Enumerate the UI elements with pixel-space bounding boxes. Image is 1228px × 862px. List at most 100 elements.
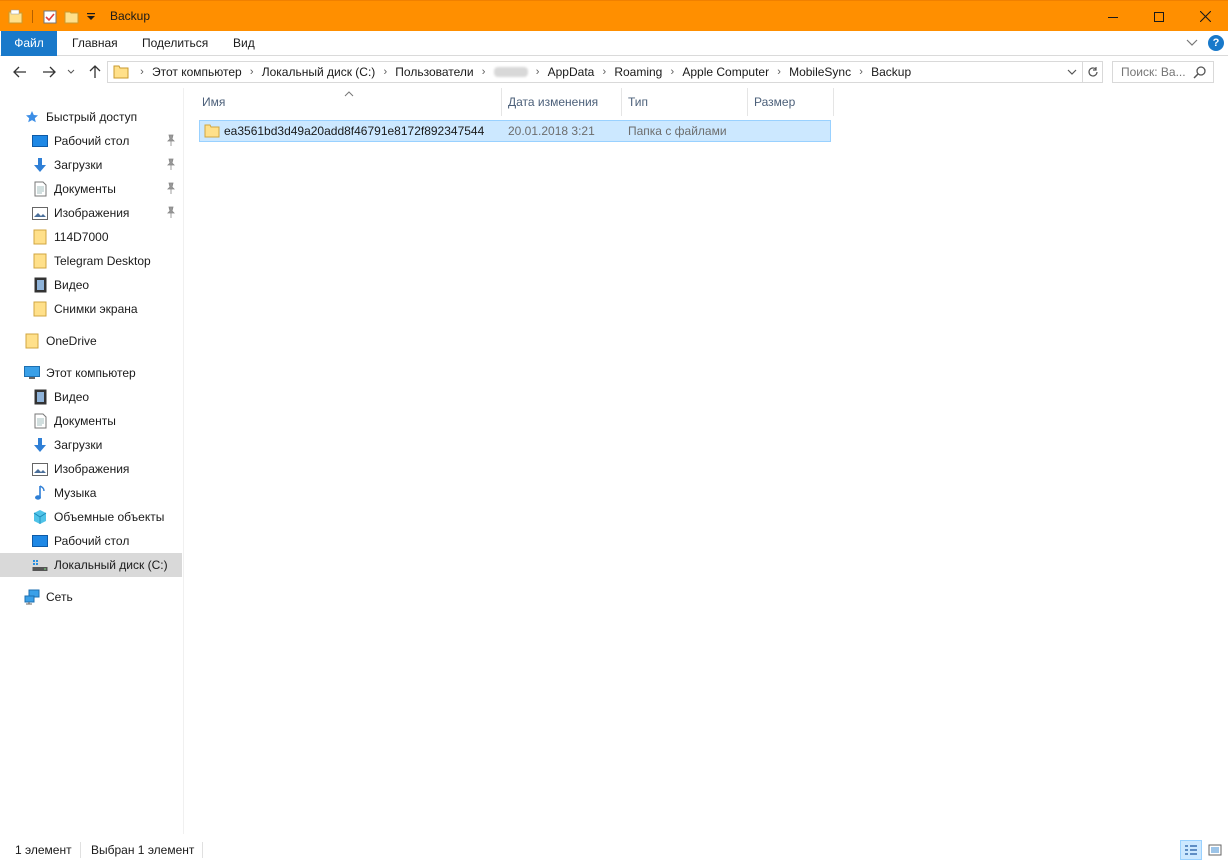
- breadcrumb-separator[interactable]: ›: [528, 66, 548, 78]
- column-header-type[interactable]: Тип: [622, 88, 748, 116]
- address-toolbar: › Этот компьютер › Локальный диск (C:) ›…: [0, 56, 1228, 88]
- sidebar-item-label: Локальный диск (C:): [54, 558, 168, 572]
- sidebar-item-downloads[interactable]: Загрузки: [0, 153, 182, 177]
- tab-view[interactable]: Вид: [219, 31, 269, 56]
- sidebar-item-pc-3d-objects[interactable]: Объемные объекты: [0, 505, 182, 529]
- forward-button[interactable]: [38, 60, 60, 84]
- sidebar-item-label: Рабочий стол: [54, 134, 130, 148]
- breadcrumb-separator[interactable]: ›: [375, 66, 395, 78]
- sidebar-item-114d7000[interactable]: 114D7000: [0, 225, 182, 249]
- breadcrumb-separator[interactable]: ›: [662, 66, 682, 78]
- close-button[interactable]: [1182, 1, 1228, 32]
- breadcrumb-local-disk[interactable]: Локальный диск (C:): [262, 65, 376, 79]
- window-title: Backup: [110, 9, 151, 23]
- breadcrumb-separator[interactable]: ›: [851, 66, 871, 78]
- pin-icon[interactable]: [166, 158, 176, 173]
- breadcrumb: › Этот компьютер › Локальный диск (C:) ›…: [132, 62, 911, 82]
- up-button[interactable]: [84, 60, 106, 84]
- documents-icon: [32, 181, 48, 197]
- sidebar-item-quick-access[interactable]: Быстрый доступ: [0, 105, 182, 129]
- breadcrumb-users[interactable]: Пользователи: [395, 65, 473, 79]
- help-icon[interactable]: ?: [1208, 35, 1224, 51]
- sidebar-item-pc-downloads[interactable]: Загрузки: [0, 433, 182, 457]
- details-view-icon[interactable]: [1180, 840, 1202, 860]
- breadcrumb-separator[interactable]: ›: [474, 66, 494, 78]
- tab-home[interactable]: Главная: [58, 31, 132, 56]
- tab-share[interactable]: Поделиться: [128, 31, 222, 56]
- sidebar-item-pc-pictures[interactable]: Изображения: [0, 457, 182, 481]
- column-header-size[interactable]: Размер: [748, 88, 834, 116]
- breadcrumb-mobilesync[interactable]: MobileSync: [789, 65, 851, 79]
- sidebar-item-label: Рабочий стол: [54, 534, 130, 548]
- chevron-down-icon[interactable]: [1184, 36, 1200, 50]
- navigation-pane: Быстрый доступ Рабочий стол Загрузки Док…: [0, 88, 184, 834]
- video-icon: [32, 389, 48, 405]
- downloads-icon: [32, 437, 48, 453]
- sidebar-item-desktop[interactable]: Рабочий стол: [0, 129, 182, 153]
- status-divider: [202, 842, 203, 858]
- sidebar-item-video[interactable]: Видео: [0, 273, 182, 297]
- sidebar-item-documents[interactable]: Документы: [0, 177, 182, 201]
- address-bar[interactable]: › Этот компьютер › Локальный диск (C:) ›…: [107, 61, 1083, 83]
- customize-toolbar-icon[interactable]: [86, 1, 96, 32]
- sidebar-item-local-disk[interactable]: Локальный диск (C:): [0, 553, 182, 577]
- table-row[interactable]: ea3561bd3d49a20add8f46791e8172f892347544…: [199, 120, 831, 142]
- breadcrumb-backup[interactable]: Backup: [871, 65, 911, 79]
- computer-icon: [24, 365, 40, 381]
- pin-icon[interactable]: [166, 134, 176, 149]
- pin-icon[interactable]: [166, 182, 176, 197]
- pin-icon[interactable]: [166, 206, 176, 221]
- sidebar-item-screenshots[interactable]: Снимки экрана: [0, 297, 182, 321]
- breadcrumb-username-redacted[interactable]: [493, 67, 528, 77]
- minimize-button[interactable]: [1090, 1, 1136, 32]
- new-folder-icon[interactable]: [64, 1, 80, 32]
- file-type: Папка с файлами: [628, 124, 727, 138]
- selection-count: Выбран 1 элемент: [91, 843, 195, 857]
- sidebar-item-label: Изображения: [54, 462, 130, 476]
- status-bar: 1 элемент Выбран 1 элемент: [0, 838, 1228, 862]
- search-icon[interactable]: [1193, 65, 1207, 82]
- folder-icon: [110, 62, 132, 82]
- desktop-icon: [32, 533, 48, 549]
- column-header-date[interactable]: Дата изменения: [502, 88, 622, 116]
- sidebar-item-label: OneDrive: [46, 334, 97, 348]
- maximize-button[interactable]: [1136, 1, 1182, 32]
- network-icon: [24, 589, 40, 605]
- sidebar-item-pc-video[interactable]: Видео: [0, 385, 182, 409]
- search-input[interactable]: [1121, 65, 1189, 79]
- title-bar: Backup: [0, 0, 1228, 31]
- sidebar-item-network[interactable]: Сеть: [0, 585, 182, 609]
- folder-icon: [32, 301, 48, 317]
- pictures-icon: [32, 205, 48, 221]
- music-icon: [32, 485, 48, 501]
- breadcrumb-separator[interactable]: ›: [242, 66, 262, 78]
- tab-file[interactable]: Файл: [1, 31, 57, 56]
- 3d-objects-icon: [32, 509, 48, 525]
- sidebar-item-onedrive[interactable]: OneDrive: [0, 329, 182, 353]
- large-icons-view-icon[interactable]: [1204, 840, 1226, 860]
- search-box[interactable]: [1112, 61, 1214, 83]
- breadcrumb-appdata[interactable]: AppData: [548, 65, 595, 79]
- sidebar-item-label: Музыка: [54, 486, 97, 500]
- sidebar-item-label: Этот компьютер: [46, 366, 136, 380]
- breadcrumb-separator[interactable]: ›: [594, 66, 614, 78]
- sidebar-item-this-pc[interactable]: Этот компьютер: [0, 361, 182, 385]
- video-icon: [32, 277, 48, 293]
- sidebar-item-pictures[interactable]: Изображения: [0, 201, 182, 225]
- recent-locations-button[interactable]: [64, 60, 78, 84]
- sidebar-item-pc-music[interactable]: Музыка: [0, 481, 182, 505]
- sidebar-item-pc-desktop[interactable]: Рабочий стол: [0, 529, 182, 553]
- file-name[interactable]: ea3561bd3d49a20add8f46791e8172f892347544: [224, 124, 484, 138]
- properties-icon[interactable]: [42, 1, 58, 32]
- sidebar-item-label: Видео: [54, 278, 90, 292]
- sidebar-item-telegram-desktop[interactable]: Telegram Desktop: [0, 249, 182, 273]
- breadcrumb-apple-computer[interactable]: Apple Computer: [682, 65, 769, 79]
- breadcrumb-separator[interactable]: ›: [769, 66, 789, 78]
- breadcrumb-this-pc[interactable]: Этот компьютер: [152, 65, 242, 79]
- breadcrumb-roaming[interactable]: Roaming: [614, 65, 662, 79]
- chevron-down-icon[interactable]: [1064, 62, 1080, 82]
- back-button[interactable]: [9, 60, 31, 84]
- sidebar-item-pc-documents[interactable]: Документы: [0, 409, 182, 433]
- refresh-button[interactable]: [1083, 61, 1103, 83]
- ribbon: Файл Главная Поделиться Вид ?: [0, 31, 1228, 56]
